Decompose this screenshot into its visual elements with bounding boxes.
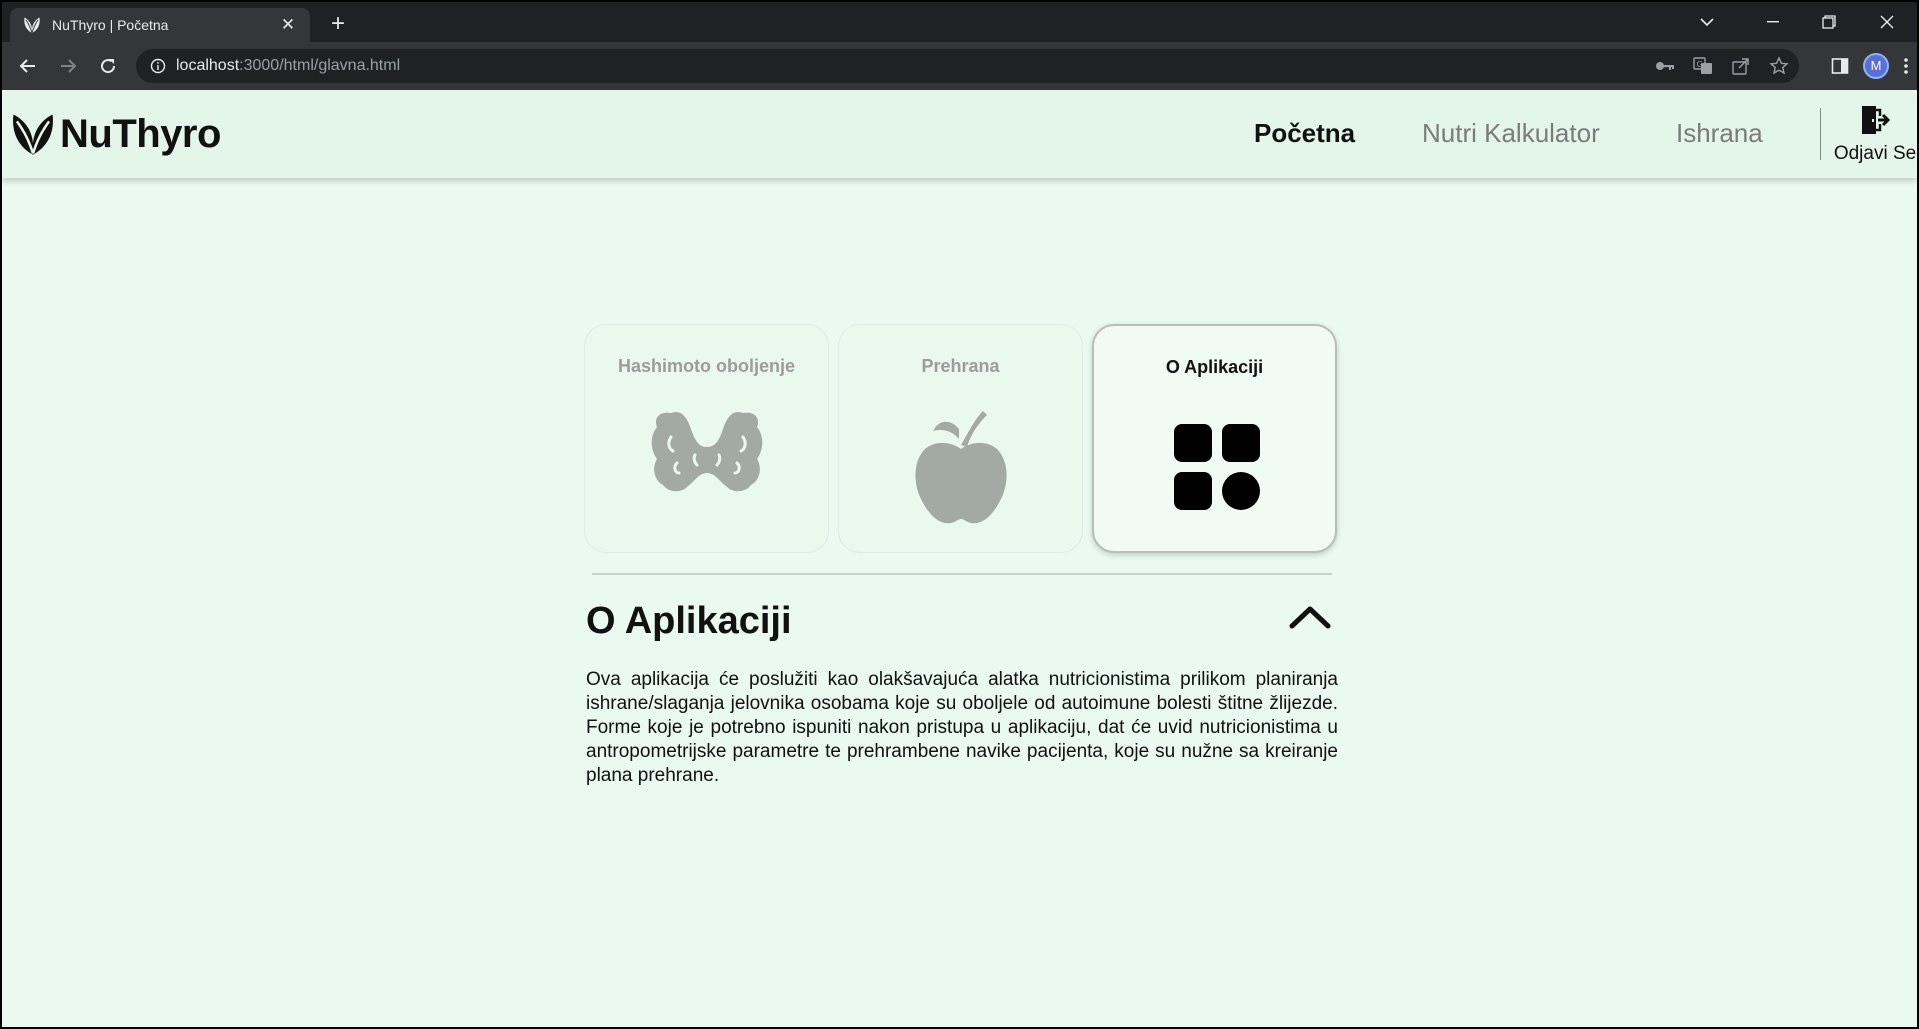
card-hashimoto[interactable]: Hashimoto oboljenje xyxy=(584,324,829,553)
section-divider xyxy=(592,573,1332,575)
card-o-aplikaciji[interactable]: O Aplikaciji xyxy=(1092,324,1337,553)
logout-button[interactable]: Odjavi Se xyxy=(1830,104,1917,165)
tab-strip: NuThyro | Početna ✕ + xyxy=(2,2,1917,42)
nav-nutri-kalkulator[interactable]: Nutri Kalkulator xyxy=(1422,118,1600,149)
section-description: Ova aplikacija će poslužiti kao olakšava… xyxy=(586,669,1338,786)
site-info-icon[interactable] xyxy=(150,58,166,74)
share-icon[interactable] xyxy=(1731,56,1751,76)
svg-text:G: G xyxy=(1697,60,1703,69)
translate-icon[interactable]: G xyxy=(1693,56,1713,76)
key-icon[interactable] xyxy=(1655,60,1675,72)
tab-title: NuThyro | Početna xyxy=(52,17,169,33)
card-prehrana[interactable]: Prehrana xyxy=(838,324,1083,553)
chevron-up-icon[interactable] xyxy=(1288,602,1332,632)
restore-icon[interactable] xyxy=(1801,2,1857,42)
close-window-icon[interactable] xyxy=(1859,2,1915,42)
card-title: Prehrana xyxy=(921,356,1000,376)
apps-grid-icon xyxy=(1173,424,1260,510)
new-tab-button[interactable]: + xyxy=(324,10,352,38)
address-bar[interactable]: localhost:3000/html/glavna.html G xyxy=(136,49,1799,83)
thyroid-icon xyxy=(651,411,762,492)
reload-icon[interactable] xyxy=(88,46,128,86)
url-host: localhost xyxy=(176,57,240,74)
browser-tab[interactable]: NuThyro | Početna ✕ xyxy=(10,8,310,42)
profile-avatar[interactable]: M xyxy=(1863,53,1889,79)
forward-icon[interactable] xyxy=(48,46,88,86)
url-text[interactable]: localhost:3000/html/glavna.html xyxy=(176,57,400,75)
back-icon[interactable] xyxy=(8,46,48,86)
url-path: :3000/html/glavna.html xyxy=(239,57,401,74)
tab-close-icon[interactable]: ✕ xyxy=(278,15,298,35)
logout-label: Odjavi Se xyxy=(1833,143,1917,164)
leaf-logo-icon xyxy=(24,17,40,34)
bookmark-star-icon[interactable] xyxy=(1769,56,1789,76)
minimize-icon[interactable] xyxy=(1745,2,1801,42)
nav-divider xyxy=(1820,108,1821,160)
brand-name: NuThyro xyxy=(60,111,221,156)
card-title: Hashimoto oboljenje xyxy=(617,356,795,376)
side-panel-icon[interactable] xyxy=(1831,57,1849,75)
nav-ishrana[interactable]: Ishrana xyxy=(1676,118,1763,149)
leaf-logo-icon xyxy=(13,114,53,155)
browser-window: NuThyro | Početna ✕ + localhost:3000/htm… xyxy=(2,2,1917,1027)
site-header: NuThyro Početna Nutri Kalkulator Ishrana… xyxy=(2,90,1917,178)
more-menu-icon[interactable] xyxy=(1903,57,1909,75)
nav-pocetna[interactable]: Početna xyxy=(1254,118,1355,149)
browser-toolbar: localhost:3000/html/glavna.html G M xyxy=(2,42,1917,90)
logout-icon xyxy=(1862,106,1891,134)
page-content: NuThyro Početna Nutri Kalkulator Ishrana… xyxy=(2,90,1917,1027)
brand-logo[interactable]: NuThyro xyxy=(10,110,221,158)
section-title: O Aplikaciji xyxy=(586,600,792,642)
tab-search-icon[interactable] xyxy=(1679,2,1735,42)
apple-icon xyxy=(914,411,1007,524)
card-title: O Aplikaciji xyxy=(1165,357,1264,377)
